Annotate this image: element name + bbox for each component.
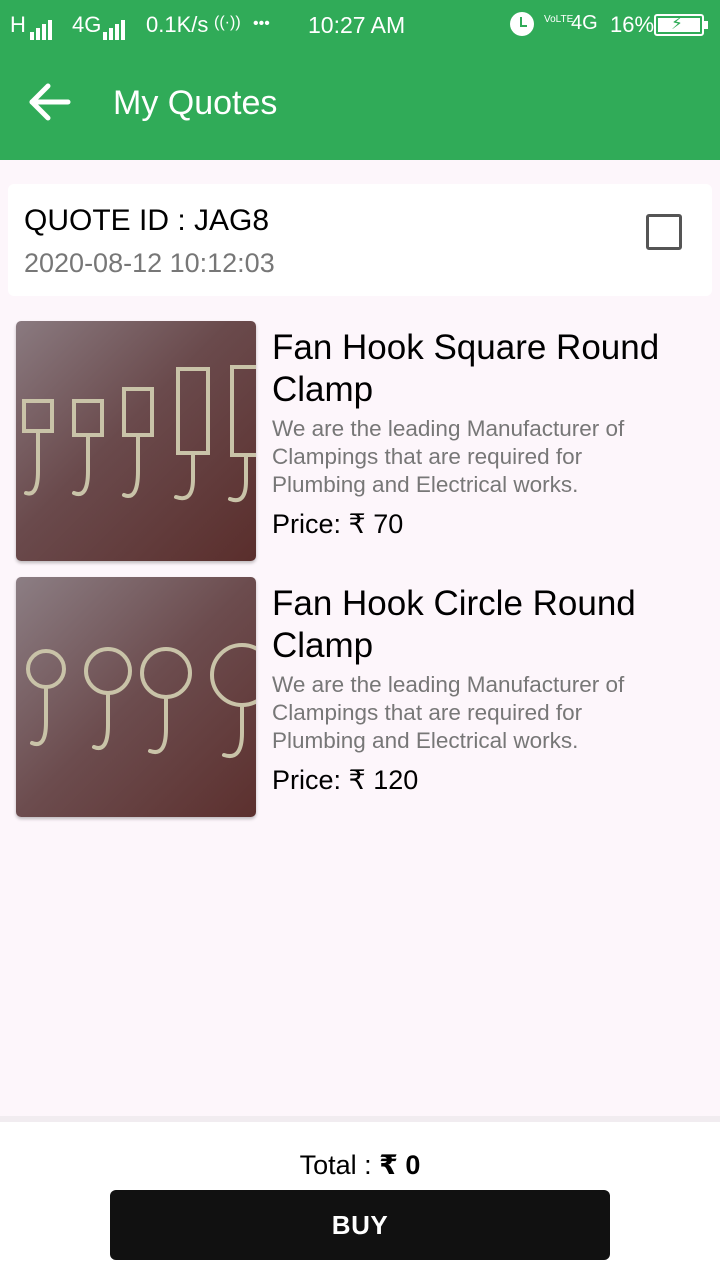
product-image bbox=[16, 577, 256, 817]
quote-card: QUOTE ID : JAG8 2020-08-12 10:12:03 bbox=[8, 184, 712, 296]
signal-icon-2 bbox=[103, 14, 127, 40]
product-image bbox=[16, 321, 256, 561]
product-price: Price: ₹ 70 bbox=[272, 509, 404, 539]
status-bar: H 4G 0.1K/s ((·)) ••• 10:27 AM VoLTE 4G … bbox=[0, 0, 720, 50]
product-item[interactable]: Fan Hook Circle Round Clamp We are the l… bbox=[0, 577, 720, 821]
app-bar: My Quotes bbox=[0, 50, 720, 160]
battery-percent: 16% bbox=[610, 12, 655, 37]
clock-time: 10:27 AM bbox=[308, 12, 406, 38]
quote-id: QUOTE ID : JAG8 bbox=[24, 204, 270, 237]
net-speed: 0.1K/s bbox=[146, 12, 209, 37]
quote-date: 2020-08-12 10:12:03 bbox=[24, 248, 275, 278]
product-description: We are the leading Manufacturer of Clamp… bbox=[272, 416, 625, 497]
more-dots: ••• bbox=[253, 15, 270, 32]
page-title: My Quotes bbox=[113, 84, 278, 122]
hotspot-icon: ((·)) bbox=[214, 14, 241, 31]
total-value: ₹ 0 bbox=[379, 1150, 421, 1180]
product-description: We are the leading Manufacturer of Clamp… bbox=[272, 672, 625, 753]
product-name: Fan Hook Circle Round Clamp bbox=[272, 584, 636, 665]
back-button[interactable] bbox=[24, 76, 76, 128]
arrow-left-icon bbox=[29, 83, 71, 121]
network-4g-label: 4G bbox=[72, 12, 102, 37]
alarm-icon bbox=[510, 12, 534, 36]
signal-icon bbox=[30, 14, 54, 40]
network-4g2-label: 4G bbox=[571, 12, 598, 34]
product-item[interactable]: Fan Hook Square Round Clamp We are the l… bbox=[0, 321, 720, 565]
battery-icon: ⚡ bbox=[654, 14, 708, 36]
volte-label: VoLTE bbox=[544, 14, 574, 25]
quote-select-checkbox[interactable] bbox=[646, 214, 682, 250]
product-name: Fan Hook Square Round Clamp bbox=[272, 328, 660, 409]
checkout-bar: Total : ₹ 0 BUY bbox=[0, 1116, 720, 1280]
total-label: Total : bbox=[299, 1150, 372, 1180]
product-price: Price: ₹ 120 bbox=[272, 765, 419, 795]
total-row: Total : ₹ 0 bbox=[0, 1150, 720, 1181]
network-type-label: H bbox=[10, 12, 26, 37]
buy-button[interactable]: BUY bbox=[110, 1190, 610, 1260]
